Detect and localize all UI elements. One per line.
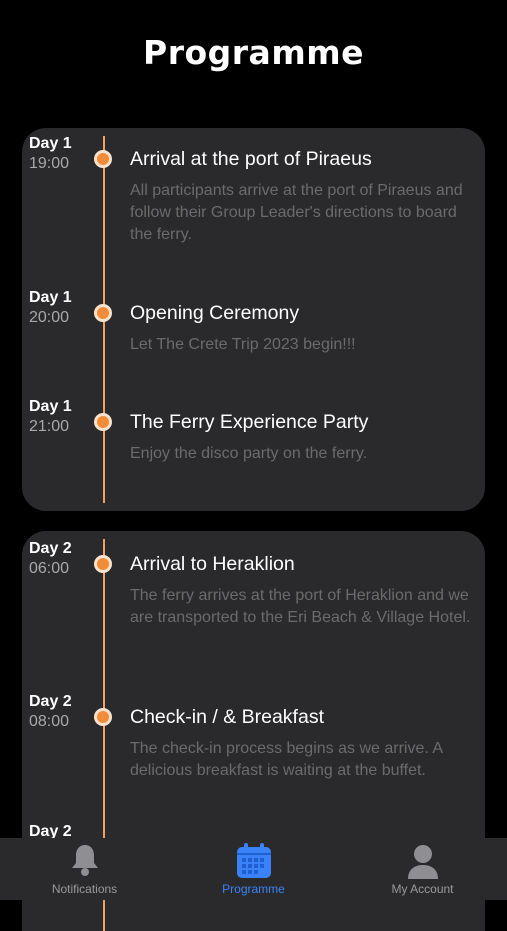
- timeline-dot-icon: [94, 150, 112, 168]
- calendar-icon: [236, 843, 272, 884]
- tab-label: Programme: [222, 882, 285, 896]
- tab-label: Notifications: [51, 882, 118, 896]
- event-title: The Ferry Experience Party: [130, 411, 369, 433]
- event-title: Check-in / & Breakfast: [130, 706, 324, 728]
- event-time: 20:00: [29, 309, 70, 326]
- event-title: Arrival to Heraklion: [130, 553, 295, 575]
- tab-programme[interactable]: Programme: [169, 838, 338, 900]
- bell-icon: [69, 843, 101, 882]
- event-title: Opening Ceremony: [130, 302, 300, 324]
- tab-bar: Notifications Programme My Account: [0, 838, 507, 900]
- event-description: Enjoy the disco party on the ferry.: [130, 445, 368, 462]
- tab-label: My Account: [391, 882, 454, 896]
- page-title: Programme: [143, 33, 364, 72]
- event-title: Arrival at the port of Piraeus: [130, 148, 372, 170]
- programme-card-day1: Day 1 19:00 Arrival at the port of Pirae…: [22, 128, 485, 511]
- event-description: All participants arrive at the port of P…: [130, 182, 463, 243]
- person-icon: [406, 843, 440, 884]
- event-day: Day 1: [29, 289, 72, 306]
- event-time: 19:00: [29, 155, 70, 172]
- event-description: The ferry arrives at the port of Herakli…: [130, 587, 471, 626]
- tab-my-account[interactable]: My Account: [338, 838, 507, 900]
- tab-notifications[interactable]: Notifications: [0, 838, 169, 900]
- event-time: 08:00: [29, 713, 70, 730]
- event-day: Day 2: [29, 540, 72, 557]
- event-day: Day 1: [29, 135, 72, 152]
- event-day: Day 2: [29, 693, 72, 710]
- event-day: Day 1: [29, 398, 72, 415]
- timeline-dot-icon: [94, 708, 112, 726]
- timeline-dot-icon: [94, 304, 112, 322]
- timeline-dot-icon: [94, 555, 112, 573]
- event-time: 21:00: [29, 418, 70, 435]
- event-description: Let The Crete Trip 2023 begin!!!: [130, 336, 356, 353]
- timeline-dot-icon: [94, 413, 112, 431]
- event-time: 06:00: [29, 560, 70, 577]
- event-description: The check-in process begins as we arrive…: [130, 740, 443, 779]
